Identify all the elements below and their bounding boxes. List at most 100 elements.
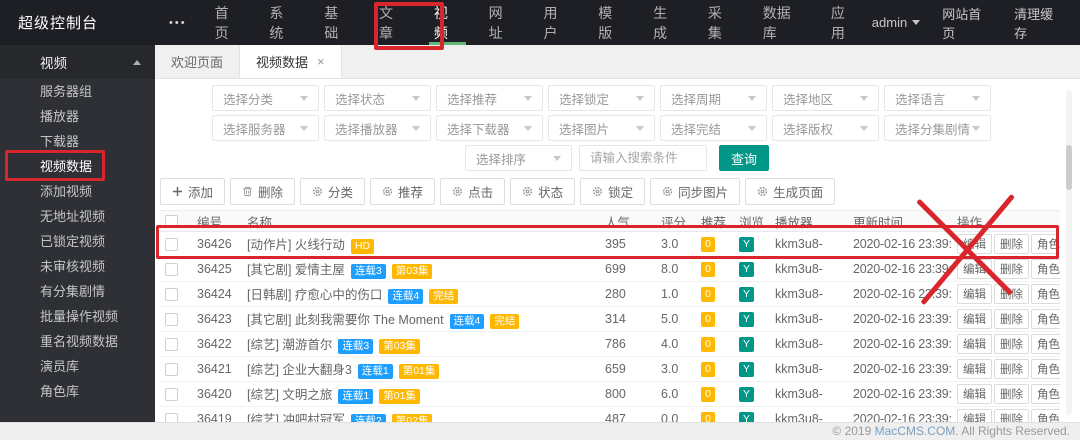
toolbar-button[interactable]: 删除 bbox=[230, 178, 296, 205]
delete-button[interactable]: 删除 bbox=[994, 234, 1029, 254]
filter-select[interactable]: 选择锁定 bbox=[548, 85, 655, 111]
role-button[interactable]: 角色 bbox=[1031, 234, 1060, 254]
edit-button[interactable]: 编辑 bbox=[957, 384, 992, 404]
filter-select[interactable]: 选择播放器 bbox=[324, 115, 431, 141]
filter-select[interactable]: 选择语言 bbox=[884, 85, 991, 111]
delete-button[interactable]: 删除 bbox=[994, 384, 1029, 404]
role-button[interactable]: 角色 bbox=[1031, 284, 1060, 304]
nav-item[interactable]: 数据库 bbox=[749, 0, 817, 45]
filter-select[interactable]: 选择推荐 bbox=[436, 85, 543, 111]
delete-button[interactable]: 删除 bbox=[994, 359, 1029, 379]
toolbar-button[interactable]: 状态 bbox=[510, 178, 576, 205]
row-checkbox[interactable] bbox=[165, 237, 178, 251]
filter-select[interactable]: 选择完结 bbox=[660, 115, 767, 141]
role-button[interactable]: 角色 bbox=[1031, 259, 1060, 279]
sidebar-item[interactable]: 添加视频 bbox=[0, 179, 155, 204]
sidebar-item[interactable]: 演员库 bbox=[0, 354, 155, 379]
sidebar-item[interactable]: 视频数据 bbox=[0, 154, 155, 179]
toolbar-button[interactable]: 同步图片 bbox=[650, 178, 741, 205]
tab-welcome[interactable]: 欢迎页面 bbox=[155, 45, 241, 78]
sidebar-item[interactable]: 已锁定视频 bbox=[0, 229, 155, 254]
role-button[interactable]: 角色 bbox=[1031, 334, 1060, 354]
sidebar-item[interactable]: 无地址视频 bbox=[0, 204, 155, 229]
delete-button[interactable]: 删除 bbox=[994, 334, 1029, 354]
recommend-cell: 0 bbox=[696, 331, 734, 357]
sidebar-section-video[interactable]: 视频 bbox=[0, 45, 155, 79]
filter-select[interactable]: 选择分集剧情 bbox=[884, 115, 991, 141]
sidebar-item[interactable]: 有分集剧情 bbox=[0, 279, 155, 304]
nav-item[interactable]: 网址 bbox=[475, 0, 530, 45]
column-header: 人气 bbox=[600, 210, 656, 232]
gear-icon bbox=[382, 186, 393, 197]
maccms-link[interactable]: MacCMS.COM bbox=[875, 424, 956, 438]
row-checkbox[interactable] bbox=[165, 262, 178, 276]
scrollbar-track[interactable] bbox=[1066, 90, 1072, 415]
nav-item[interactable]: 用户 bbox=[529, 0, 584, 45]
filter-select[interactable]: 选择下载器 bbox=[436, 115, 543, 141]
filter-select[interactable]: 选择版权 bbox=[772, 115, 879, 141]
row-checkbox[interactable] bbox=[165, 312, 178, 326]
row-checkbox[interactable] bbox=[165, 287, 178, 301]
select-all-checkbox[interactable] bbox=[165, 214, 178, 228]
edit-button[interactable]: 编辑 bbox=[957, 284, 992, 304]
more-menu-icon[interactable] bbox=[155, 17, 201, 29]
browse-cell: Y bbox=[734, 356, 770, 382]
toolbar-button[interactable]: 生成页面 bbox=[745, 178, 836, 205]
role-button[interactable]: 角色 bbox=[1031, 384, 1060, 404]
nav-item[interactable]: 首页 bbox=[201, 0, 256, 45]
toolbar-button[interactable]: 推荐 bbox=[370, 178, 436, 205]
search-input[interactable] bbox=[579, 145, 707, 171]
nav-item[interactable]: 视频 bbox=[420, 0, 475, 45]
updated-cell: 2020-02-16 23:39:14 bbox=[848, 356, 952, 382]
filter-select[interactable]: 选择服务器 bbox=[212, 115, 319, 141]
row-checkbox[interactable] bbox=[165, 387, 178, 401]
filter-select[interactable]: 选择周期 bbox=[660, 85, 767, 111]
nav-item[interactable]: 基础 bbox=[310, 0, 365, 45]
delete-button[interactable]: 删除 bbox=[994, 309, 1029, 329]
toolbar-button[interactable]: 点击 bbox=[440, 178, 506, 205]
filter-select[interactable]: 选择分类 bbox=[212, 85, 319, 111]
nav-item[interactable]: 系统 bbox=[255, 0, 310, 45]
tab-video-data[interactable]: 视频数据 bbox=[240, 45, 342, 78]
close-icon[interactable] bbox=[317, 54, 325, 69]
filter-select-value: 选择推荐 bbox=[447, 92, 498, 107]
nav-item[interactable]: 应用 bbox=[817, 0, 872, 45]
sidebar-item[interactable]: 播放器 bbox=[0, 104, 155, 129]
status-badge: 连载4 bbox=[388, 289, 424, 304]
filter-select[interactable]: 选择排序 bbox=[465, 145, 572, 171]
sidebar-item[interactable]: 下载器 bbox=[0, 129, 155, 154]
sidebar-item[interactable]: 批量操作视频 bbox=[0, 304, 155, 329]
delete-button[interactable]: 删除 bbox=[994, 284, 1029, 304]
filter-select[interactable]: 选择状态 bbox=[324, 85, 431, 111]
nav-item[interactable]: 采集 bbox=[694, 0, 749, 45]
edit-button[interactable]: 编辑 bbox=[957, 309, 992, 329]
edit-button[interactable]: 编辑 bbox=[957, 334, 992, 354]
edit-button[interactable]: 编辑 bbox=[957, 359, 992, 379]
user-dropdown[interactable]: admin bbox=[872, 15, 921, 30]
clear-cache-link[interactable]: 清理缓存 bbox=[1014, 4, 1064, 42]
score-cell: 1.0 bbox=[656, 281, 696, 307]
scrollbar-thumb[interactable] bbox=[1066, 145, 1072, 190]
nav-item[interactable]: 模版 bbox=[584, 0, 639, 45]
toolbar-button[interactable]: 添加 bbox=[160, 178, 226, 205]
edit-button[interactable]: 编辑 bbox=[957, 234, 992, 254]
nav-item[interactable]: 文章 bbox=[365, 0, 420, 45]
edit-button[interactable]: 编辑 bbox=[957, 259, 992, 279]
sidebar-item[interactable]: 角色库 bbox=[0, 379, 155, 404]
sidebar-item[interactable]: 未审核视频 bbox=[0, 254, 155, 279]
sidebar-item[interactable]: 重名视频数据 bbox=[0, 329, 155, 354]
toolbar-button[interactable]: 锁定 bbox=[580, 178, 646, 205]
filter-select[interactable]: 选择图片 bbox=[548, 115, 655, 141]
nav-item[interactable]: 生成 bbox=[639, 0, 694, 45]
navbar-right: admin 网站首页 清理缓存 bbox=[872, 4, 1080, 42]
filter-select[interactable]: 选择地区 bbox=[772, 85, 879, 111]
role-button[interactable]: 角色 bbox=[1031, 309, 1060, 329]
query-button[interactable]: 查询 bbox=[719, 145, 769, 171]
toolbar-button[interactable]: 分类 bbox=[300, 178, 366, 205]
delete-button[interactable]: 删除 bbox=[994, 259, 1029, 279]
site-home-link[interactable]: 网站首页 bbox=[942, 4, 992, 42]
role-button[interactable]: 角色 bbox=[1031, 359, 1060, 379]
sidebar-item[interactable]: 服务器组 bbox=[0, 79, 155, 104]
row-checkbox[interactable] bbox=[165, 337, 178, 351]
row-checkbox[interactable] bbox=[165, 362, 178, 376]
